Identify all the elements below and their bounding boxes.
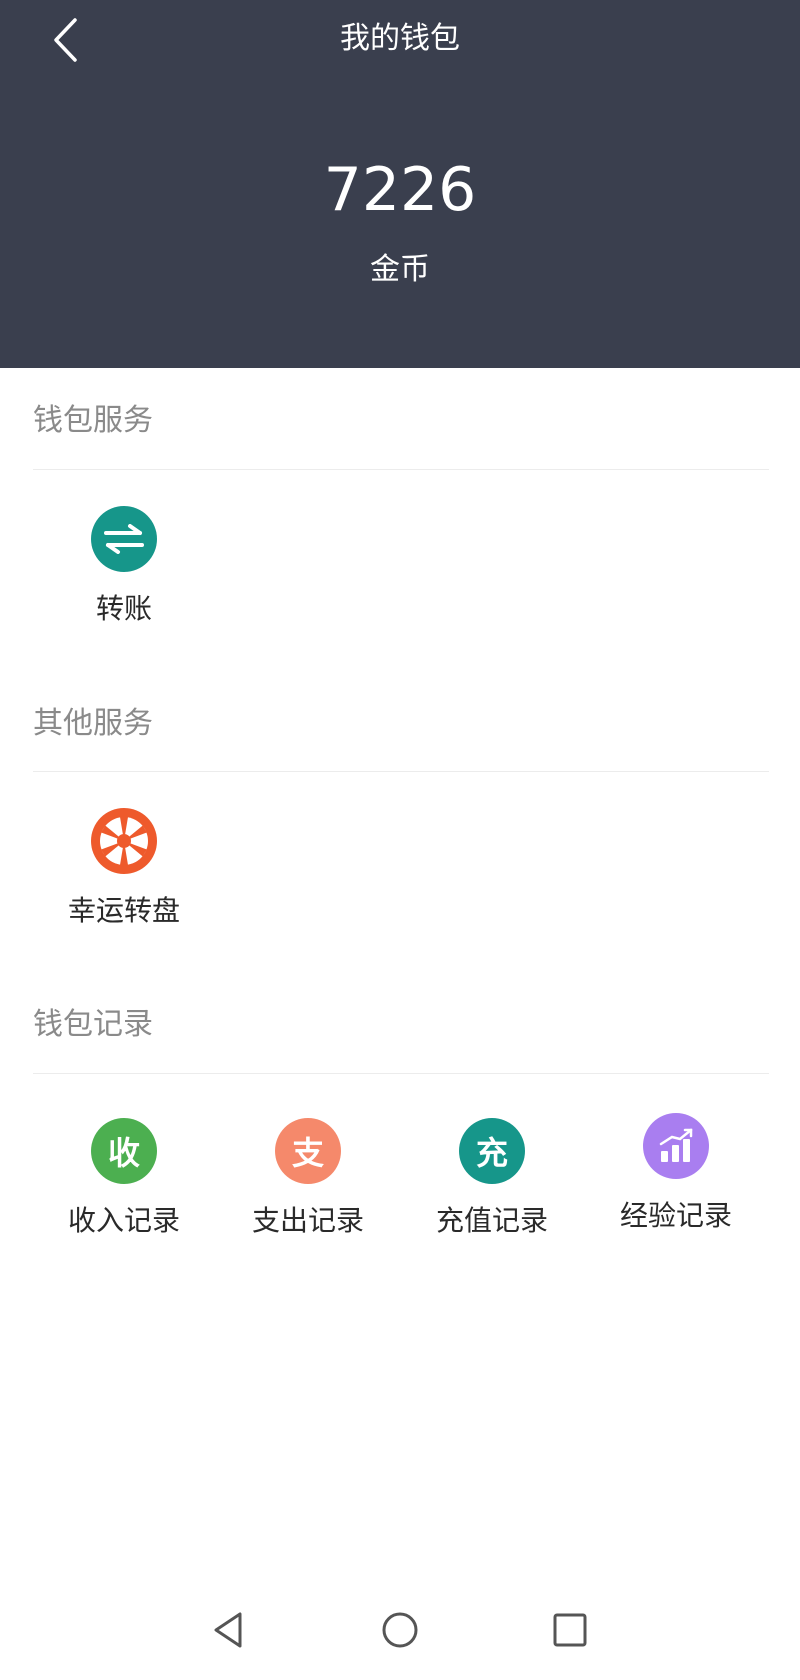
recharge-icon: 充 — [459, 1118, 525, 1184]
divider — [33, 1073, 769, 1074]
income-record-button[interactable]: 收 收入记录 — [32, 1118, 216, 1258]
tile-label: 经验记录 — [619, 1199, 732, 1232]
section-title-other-services: 其他服务 — [33, 706, 153, 741]
recharge-record-button[interactable]: 充 充值记录 — [400, 1118, 584, 1258]
tile-label: 转账 — [95, 592, 152, 625]
nav-home-button[interactable] — [370, 1600, 430, 1660]
lucky-wheel-button[interactable]: 幸运转盘 — [32, 808, 216, 948]
income-icon: 收 — [91, 1118, 157, 1184]
tile-label: 支出记录 — [251, 1204, 364, 1237]
lucky-wheel-icon — [91, 808, 157, 874]
nav-back-button[interactable] — [200, 1600, 260, 1660]
expense-icon: 支 — [275, 1118, 341, 1184]
divider — [33, 771, 769, 772]
exp-record-button[interactable]: 经验记录 — [584, 1113, 768, 1253]
section-title-wallet-records: 钱包记录 — [33, 1007, 153, 1042]
page-title: 我的钱包 — [340, 21, 460, 56]
divider — [33, 469, 769, 470]
bar-chart-icon — [643, 1113, 709, 1179]
tile-label: 收入记录 — [67, 1204, 180, 1237]
coin-balance: 7226 — [323, 155, 477, 225]
nav-recents-button[interactable] — [540, 1600, 600, 1660]
tile-label: 充值记录 — [435, 1204, 548, 1237]
nav-back-icon — [214, 1612, 242, 1648]
transfer-button[interactable]: 转账 — [32, 506, 216, 646]
section-title-wallet-services: 钱包服务 — [33, 403, 153, 438]
transfer-arrows-icon — [91, 506, 157, 572]
nav-home-icon — [382, 1612, 418, 1648]
expense-record-button[interactable]: 支 支出记录 — [216, 1118, 400, 1258]
tile-label: 幸运转盘 — [67, 894, 180, 927]
nav-recents-icon — [553, 1613, 587, 1647]
wallet-header: 我的钱包 7226 金币 — [0, 0, 800, 368]
system-nav-bar — [0, 1580, 800, 1680]
coin-unit-label: 金币 — [370, 252, 430, 287]
